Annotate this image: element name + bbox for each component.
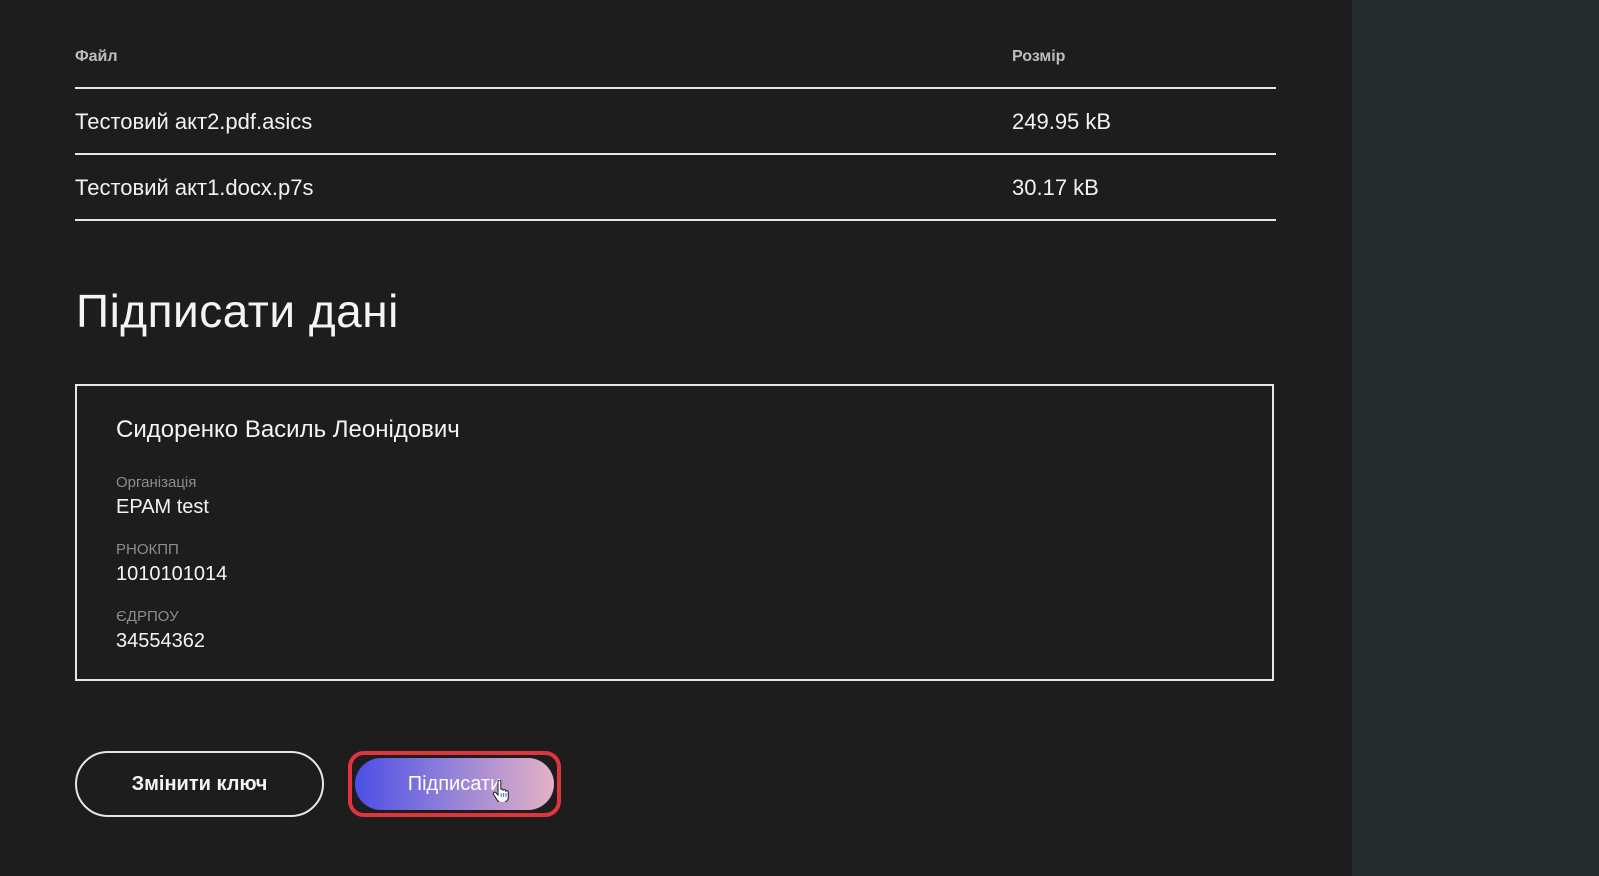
table-row: Тестовий акт2.pdf.asics 249.95 kB [75, 89, 1276, 155]
hand-pointer-icon [492, 780, 509, 802]
table-row: Тестовий акт1.docx.p7s 30.17 kB [75, 155, 1276, 221]
organization-label: Організація [116, 474, 197, 491]
sign-button-label: Підписати [407, 772, 502, 795]
change-key-button[interactable]: Змінити ключ [75, 751, 324, 817]
sign-button-highlight: Підписати [348, 751, 561, 817]
side-panel [1352, 0, 1599, 876]
rnokpp-value: 1010101014 [116, 563, 228, 585]
file-size: 249.95 kB [1012, 109, 1112, 134]
files-table: Файл Розмір Тестовий акт2.pdf.asics 249.… [75, 40, 1276, 221]
sign-button[interactable]: Підписати [355, 758, 554, 810]
file-name: Тестовий акт1.docx.p7s [75, 175, 314, 200]
signer-full-name: Сидоренко Василь Леонідович [116, 416, 460, 443]
page: Файл Розмір Тестовий акт2.pdf.asics 249.… [0, 0, 1599, 876]
file-size: 30.17 kB [1012, 175, 1099, 200]
organization-value: EPAM test [116, 496, 209, 518]
column-header-size: Розмір [1012, 48, 1066, 65]
column-header-file: Файл [75, 48, 118, 65]
table-header: Файл Розмір [75, 40, 1276, 89]
sign-data-title: Підписати дані [76, 285, 399, 337]
rnokpp-label: РНОКПП [116, 541, 179, 558]
signer-info-card: Сидоренко Василь Леонідович Організація … [75, 384, 1274, 681]
file-name: Тестовий акт2.pdf.asics [75, 109, 313, 134]
main-panel: Файл Розмір Тестовий акт2.pdf.asics 249.… [0, 0, 1352, 876]
edrpou-label: ЄДРПОУ [116, 608, 179, 625]
edrpou-value: 34554362 [116, 630, 205, 652]
